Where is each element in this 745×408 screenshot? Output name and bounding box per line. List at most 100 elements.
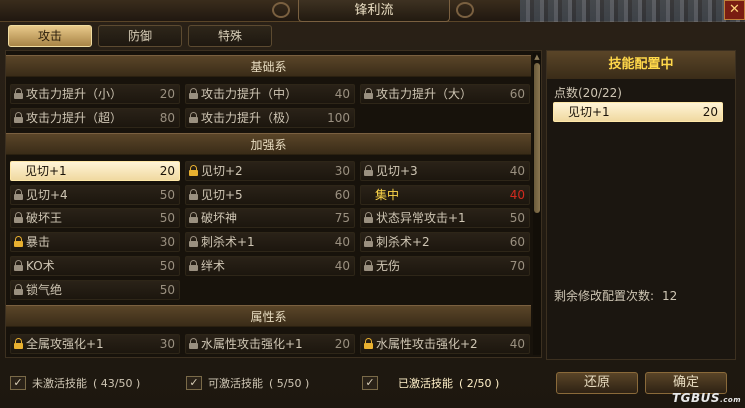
skill-name: 破坏王 bbox=[26, 211, 63, 225]
skill-cost: 80 bbox=[159, 111, 175, 125]
lock-icon bbox=[189, 260, 198, 271]
skill-cost: 50 bbox=[159, 211, 175, 225]
skill-name: KO术 bbox=[26, 259, 55, 273]
skill-cell[interactable]: 水属性攻击强化+1 20 bbox=[185, 334, 355, 354]
skill-cell[interactable]: 锁气绝 50 bbox=[10, 280, 180, 300]
skill-cost: 40 bbox=[509, 188, 525, 202]
background-scene bbox=[520, 0, 745, 22]
skill-cell[interactable]: KO术 50 bbox=[10, 256, 180, 276]
lock-icon bbox=[364, 212, 373, 223]
config-skill-name: 见切+1 bbox=[568, 105, 610, 119]
section-header-basic: 基础系 bbox=[6, 55, 531, 77]
skill-name: 状态异常攻击+1 bbox=[376, 211, 466, 225]
skill-cell[interactable]: 绊术 40 bbox=[185, 256, 355, 276]
legend-inactive-label: 未激活技能 bbox=[32, 377, 87, 390]
checkbox-inactive[interactable]: ✓ bbox=[10, 376, 26, 390]
scroll-up-icon[interactable]: ▲ bbox=[533, 53, 541, 61]
close-icon[interactable]: ✕ bbox=[724, 0, 745, 20]
skill-cell[interactable]: 刺杀术+2 60 bbox=[360, 232, 530, 252]
tab-special[interactable]: 特殊 bbox=[188, 25, 272, 47]
remaining-changes: 剩余修改配置次数: 12 bbox=[554, 287, 677, 304]
skill-cell[interactable]: 暴击 30 bbox=[10, 232, 180, 252]
lock-icon bbox=[189, 189, 198, 200]
skill-cell[interactable]: 攻击力提升（极） 100 bbox=[185, 108, 355, 128]
skill-cell[interactable]: 见切+2 30 bbox=[185, 161, 355, 181]
skill-cost: 20 bbox=[159, 87, 175, 101]
skill-name: 攻击力提升（极） bbox=[201, 111, 298, 125]
skill-cell[interactable]: 全属攻强化+1 30 bbox=[10, 334, 180, 354]
skill-name: 攻击力提升（中） bbox=[201, 87, 298, 101]
skill-cell[interactable]: 见切+3 40 bbox=[360, 161, 530, 181]
skill-cost: 40 bbox=[334, 87, 350, 101]
skill-cell[interactable]: 攻击力提升（超） 80 bbox=[10, 108, 180, 128]
skill-name: 见切+5 bbox=[201, 188, 243, 202]
legend-inactive-count: ( 43/50 ) bbox=[93, 376, 141, 390]
tab-attack[interactable]: 攻击 bbox=[8, 25, 92, 47]
lock-icon bbox=[14, 284, 23, 295]
lock-icon bbox=[189, 236, 198, 247]
legend-active[interactable]: ✓ 已激活技能 ( 2/50 ) bbox=[362, 374, 499, 392]
skill-name: 集中 bbox=[375, 188, 400, 202]
lock-icon bbox=[14, 260, 23, 271]
skill-cell[interactable]: 无伤 70 bbox=[360, 256, 530, 276]
skill-cell[interactable]: 集中 40 bbox=[360, 185, 530, 205]
skill-name: 攻击力提升（大） bbox=[376, 87, 473, 101]
legend-inactive[interactable]: ✓ 未激活技能 ( 43/50 ) bbox=[10, 374, 140, 392]
tab-defense[interactable]: 防御 bbox=[98, 25, 182, 47]
skill-cost: 40 bbox=[334, 235, 350, 249]
lock-icon bbox=[14, 189, 23, 200]
skill-cell[interactable]: 见切+4 50 bbox=[10, 185, 180, 205]
legend-active-label: 已激活技能 bbox=[398, 377, 453, 390]
skill-cost: 100 bbox=[327, 111, 350, 125]
skill-cell[interactable]: 攻击力提升（中） 40 bbox=[185, 84, 355, 104]
watermark-text: TGBUS bbox=[672, 391, 721, 405]
section-header-attribute: 属性系 bbox=[6, 305, 531, 327]
ornament-right-icon bbox=[456, 2, 474, 18]
lock-icon bbox=[189, 88, 198, 99]
skill-cost: 20 bbox=[334, 337, 350, 351]
skill-cost: 50 bbox=[509, 211, 525, 225]
skill-cost: 60 bbox=[509, 87, 525, 101]
lock-icon bbox=[364, 165, 373, 176]
config-skill-item[interactable]: 见切+1 20 bbox=[553, 102, 723, 122]
skill-name: 水属性攻击强化+2 bbox=[376, 337, 478, 351]
tab-bar: 攻击 防御 特殊 bbox=[8, 25, 272, 47]
lock-icon bbox=[364, 236, 373, 247]
lock-icon bbox=[14, 338, 23, 349]
skill-config-panel: 技能配置中 点数(20/22) 见切+1 20 剩余修改配置次数: 12 bbox=[546, 50, 736, 360]
reset-button[interactable]: 还原 bbox=[556, 372, 638, 394]
skill-cell[interactable]: 攻击力提升（小） 20 bbox=[10, 84, 180, 104]
skill-cell[interactable]: 攻击力提升（大） 60 bbox=[360, 84, 530, 104]
legend-active-count: ( 2/50 ) bbox=[459, 376, 500, 390]
skill-cost: 60 bbox=[334, 188, 350, 202]
skill-cost: 50 bbox=[159, 188, 175, 202]
checkbox-active[interactable]: ✓ bbox=[362, 376, 378, 390]
points-label: 点数(20/22) bbox=[554, 86, 622, 100]
checkbox-available[interactable]: ✓ bbox=[186, 376, 202, 390]
skill-cost: 50 bbox=[159, 283, 175, 297]
lock-icon bbox=[189, 165, 198, 176]
skill-cell[interactable]: 见切+1 20 bbox=[10, 161, 180, 181]
scroll-thumb[interactable] bbox=[534, 63, 540, 213]
skill-name: 刺杀术+2 bbox=[376, 235, 430, 249]
skill-name: 绊术 bbox=[201, 259, 226, 273]
skill-cell[interactable]: 破坏王 50 bbox=[10, 208, 180, 228]
skill-name: 全属攻强化+1 bbox=[26, 337, 104, 351]
scrollbar[interactable]: ▲ bbox=[533, 53, 541, 355]
skill-cell[interactable]: 水属性攻击强化+2 40 bbox=[360, 334, 530, 354]
skill-cell[interactable]: 破坏神 75 bbox=[185, 208, 355, 228]
lock-icon bbox=[189, 338, 198, 349]
legend-available[interactable]: ✓ 可激活技能 ( 5/50 ) bbox=[186, 374, 309, 392]
skill-name: 见切+3 bbox=[376, 164, 418, 178]
skill-name: 水属性攻击强化+1 bbox=[201, 337, 303, 351]
skill-list-panel: 基础系 加强系 属性系 ▲ 攻击力提升（小） 20 攻击力提升（中） 40 攻击力提升（… bbox=[5, 50, 542, 358]
skill-cell[interactable]: 刺杀术+1 40 bbox=[185, 232, 355, 252]
skill-cell[interactable]: 见切+5 60 bbox=[185, 185, 355, 205]
remaining-label: 剩余修改配置次数: bbox=[554, 289, 655, 303]
skill-cell[interactable]: 状态异常攻击+1 50 bbox=[360, 208, 530, 228]
skill-cost: 40 bbox=[509, 164, 525, 178]
skill-name: 锁气绝 bbox=[26, 283, 63, 297]
skill-name: 攻击力提升（小） bbox=[26, 87, 123, 101]
window-title: 锋利流 bbox=[298, 0, 450, 22]
section-header-enhance: 加强系 bbox=[6, 133, 531, 155]
